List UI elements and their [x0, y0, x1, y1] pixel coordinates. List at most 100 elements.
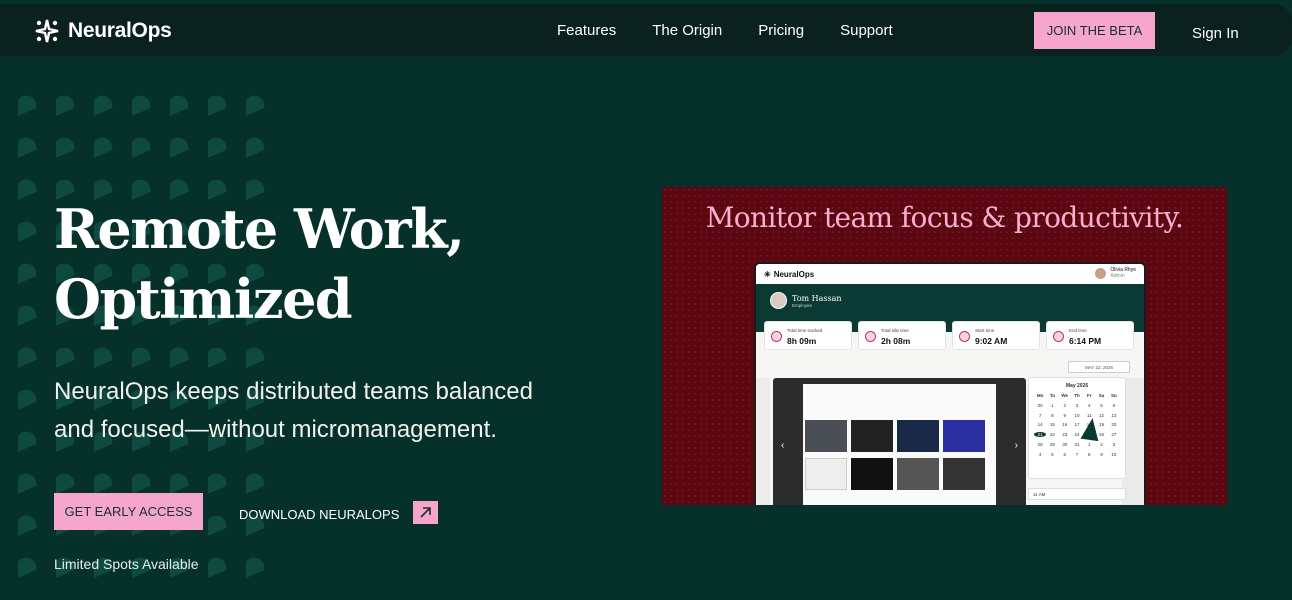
clock-icon	[865, 331, 876, 342]
stat-card: Total time tracked 8h 09m	[764, 321, 852, 350]
calendar-popup: May 2026 Mo Tu We Th Fr Sa Su 30 1 2 3 4 5 6 7 8 9 10 11 12…	[1028, 377, 1126, 479]
calendar-date[interactable]: 4	[1034, 452, 1046, 457]
pattern-shape	[208, 557, 227, 578]
calendar-date[interactable]: 10	[1108, 452, 1120, 457]
pattern-shape	[56, 473, 75, 494]
hero-subtitle-line-2: and focused—without micromanagement.	[54, 416, 497, 443]
pattern-shape	[18, 347, 37, 368]
calendar-date[interactable]: 1	[1083, 442, 1095, 447]
calendar-date[interactable]: 16	[1059, 422, 1071, 427]
calendar-weekday: Fr	[1087, 393, 1092, 398]
calendar-month: May 2026	[1065, 383, 1089, 389]
stat-card: End time 6:14 PM	[1046, 321, 1134, 350]
calendar-date[interactable]: 27	[1108, 432, 1120, 437]
screenshot-side-left	[756, 378, 770, 505]
hero-subtitle: NeuralOps keeps distributed teams balanc…	[54, 373, 614, 449]
pattern-shape	[94, 95, 113, 116]
calendar-date[interactable]: 3	[1108, 442, 1120, 447]
arrow-up-right-icon	[413, 501, 439, 524]
stat-value: 8h 09m	[787, 336, 817, 346]
pattern-shape	[132, 347, 151, 368]
nav-link-pricing[interactable]: Pricing	[758, 22, 804, 39]
pattern-shape	[208, 473, 227, 494]
calendar-date[interactable]: 6	[1108, 403, 1120, 408]
limited-spots-note: Limited Spots Available	[54, 556, 199, 572]
pattern-shape	[18, 431, 37, 452]
calendar-date[interactable]: 23	[1059, 432, 1071, 437]
app-screenshot: ✳ NeuralOps Olivia Rhye Admin Tom Hassan…	[754, 262, 1146, 505]
calendar-date[interactable]: 4	[1083, 403, 1095, 408]
pattern-shape	[18, 179, 37, 200]
calendar-date[interactable]: 8	[1083, 452, 1095, 457]
calendar-date[interactable]: 22	[1046, 432, 1058, 437]
calendar-date[interactable]: 13	[1108, 413, 1120, 418]
pattern-shape	[94, 473, 113, 494]
pattern-shape	[208, 515, 227, 536]
calendar-date[interactable]: 31	[1071, 442, 1083, 447]
pattern-shape	[246, 473, 265, 494]
brand-name: NeuralOps	[68, 19, 172, 42]
calendar-date[interactable]: 28	[1034, 442, 1046, 447]
stat-value: 9:02 AM	[975, 336, 1008, 346]
pattern-shape	[56, 95, 75, 116]
pattern-shape	[18, 557, 37, 578]
calendar-date[interactable]: 9	[1095, 452, 1107, 457]
pattern-shape	[18, 95, 37, 116]
calendar-date[interactable]: 5	[1046, 452, 1058, 457]
activity-screenshot: ‹ ›	[773, 378, 1026, 505]
sign-in-link[interactable]: Sign In	[1192, 25, 1239, 42]
pattern-shape	[18, 389, 37, 410]
pattern-shape	[170, 137, 189, 158]
top-nav: NeuralOps Features The Origin Pricing Su…	[0, 4, 1292, 56]
download-neuralops-link[interactable]: DOWNLOAD NEURALOPS	[239, 501, 439, 524]
chevron-right-icon[interactable]: ›	[1015, 440, 1018, 451]
calendar-date[interactable]: 29	[1046, 442, 1058, 447]
calendar-date[interactable]: 21	[1034, 432, 1047, 438]
nav-links: Features The Origin Pricing Support	[557, 22, 893, 39]
nav-link-features[interactable]: Features	[557, 22, 616, 39]
pattern-shape	[18, 263, 37, 284]
hero-subtitle-line-1: NeuralOps keeps distributed teams balanc…	[54, 378, 533, 405]
calendar-date[interactable]: 10	[1071, 413, 1083, 418]
calendar-date[interactable]: 9	[1059, 413, 1071, 418]
calendar-date[interactable]: 1	[1046, 403, 1058, 408]
calendar-date[interactable]: 5	[1095, 403, 1107, 408]
calendar-date[interactable]: 7	[1071, 452, 1083, 457]
nav-link-support[interactable]: Support	[840, 22, 893, 39]
neuralops-logo-icon	[35, 19, 59, 43]
stat-value: 6:14 PM	[1069, 336, 1102, 346]
calendar-date[interactable]: 14	[1034, 422, 1046, 427]
calendar-date[interactable]: 2	[1059, 403, 1071, 408]
calendar-date[interactable]: 30	[1059, 442, 1071, 447]
pattern-shape	[18, 515, 37, 536]
nav-link-origin[interactable]: The Origin	[652, 22, 722, 39]
calendar-date[interactable]: 30	[1034, 403, 1046, 408]
app-brand: NeuralOps	[773, 269, 815, 279]
stat-card: Start time 9:02 AM	[952, 321, 1040, 350]
calendar-date[interactable]: 3	[1071, 403, 1083, 408]
calendar-weekday: Tu	[1049, 393, 1055, 398]
download-label: DOWNLOAD NEURALOPS	[239, 506, 400, 522]
chevron-left-icon[interactable]: ‹	[781, 440, 784, 451]
calendar-date[interactable]: 15	[1046, 422, 1058, 427]
pattern-shape	[18, 137, 37, 158]
calendar-date[interactable]: 7	[1034, 413, 1046, 418]
employee-avatar	[770, 292, 787, 309]
calendar-date[interactable]: 20	[1108, 422, 1120, 427]
pattern-shape	[132, 137, 151, 158]
calendar-date[interactable]: 6	[1059, 452, 1071, 457]
pattern-shape	[170, 347, 189, 368]
user-avatar	[1095, 267, 1107, 279]
calendar-date[interactable]: 2	[1095, 442, 1107, 447]
calendar-weekday: Mo	[1036, 393, 1044, 398]
calendar-date[interactable]: 12	[1095, 413, 1107, 418]
get-early-access-button[interactable]: GET EARLY ACCESS	[54, 493, 203, 530]
date-picker: MAY 22, 2026	[1068, 361, 1130, 373]
pattern-shape	[56, 137, 75, 158]
stat-label: Total time tracked	[787, 328, 823, 333]
pattern-shape	[18, 221, 37, 242]
brand-logo[interactable]: NeuralOps	[34, 18, 172, 44]
screenshot-content	[803, 384, 996, 505]
calendar-date[interactable]: 8	[1046, 413, 1058, 418]
join-beta-button[interactable]: JOIN THE BETA	[1034, 12, 1155, 49]
